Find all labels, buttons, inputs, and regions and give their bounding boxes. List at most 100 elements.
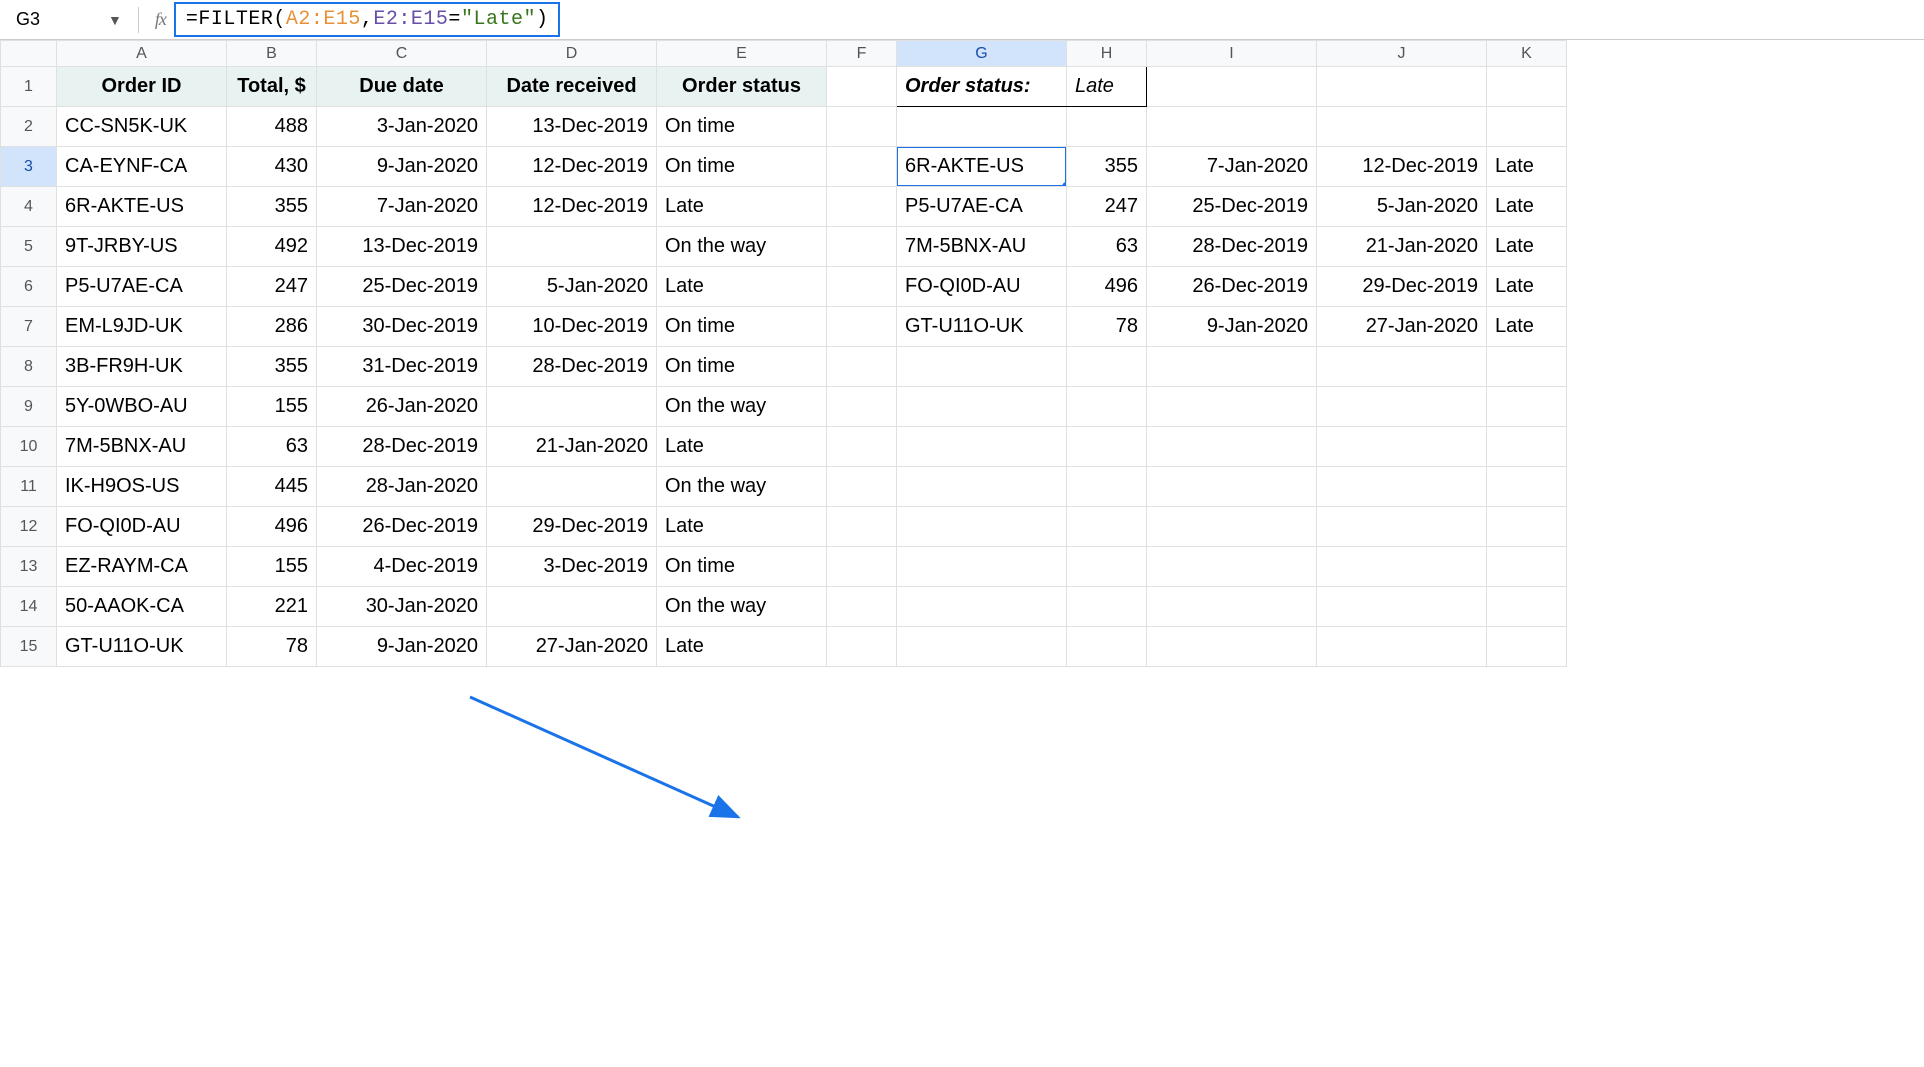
cell-I15[interactable] bbox=[1147, 627, 1317, 667]
cell-E9[interactable]: On the way bbox=[657, 387, 827, 427]
cell-A9[interactable]: 5Y-0WBO-AU bbox=[57, 387, 227, 427]
cell-H11[interactable] bbox=[1067, 467, 1147, 507]
cell-B4[interactable]: 355 bbox=[227, 187, 317, 227]
select-all-corner[interactable] bbox=[1, 41, 57, 67]
cell-G7[interactable]: GT-U11O-UK bbox=[897, 307, 1067, 347]
cell-F8[interactable] bbox=[827, 347, 897, 387]
cell-B11[interactable]: 445 bbox=[227, 467, 317, 507]
col-header-K[interactable]: K bbox=[1487, 41, 1567, 67]
cell-I2[interactable] bbox=[1147, 107, 1317, 147]
cell-C2[interactable]: 3-Jan-2020 bbox=[317, 107, 487, 147]
row-header-14[interactable]: 14 bbox=[1, 587, 57, 627]
cell-I7[interactable]: 9-Jan-2020 bbox=[1147, 307, 1317, 347]
cell-F2[interactable] bbox=[827, 107, 897, 147]
cell-E2[interactable]: On time bbox=[657, 107, 827, 147]
name-box[interactable] bbox=[10, 5, 100, 35]
cell-K12[interactable] bbox=[1487, 507, 1567, 547]
fill-handle[interactable] bbox=[1062, 182, 1067, 187]
cell-D4[interactable]: 12-Dec-2019 bbox=[487, 187, 657, 227]
cell-E13[interactable]: On time bbox=[657, 547, 827, 587]
row-header-7[interactable]: 7 bbox=[1, 307, 57, 347]
cell-F10[interactable] bbox=[827, 427, 897, 467]
cell-G4[interactable]: P5-U7AE-CA bbox=[897, 187, 1067, 227]
cell-D13[interactable]: 3-Dec-2019 bbox=[487, 547, 657, 587]
cell-D6[interactable]: 5-Jan-2020 bbox=[487, 267, 657, 307]
cell-D12[interactable]: 29-Dec-2019 bbox=[487, 507, 657, 547]
cell-G14[interactable] bbox=[897, 587, 1067, 627]
row-header-5[interactable]: 5 bbox=[1, 227, 57, 267]
cell-B14[interactable]: 221 bbox=[227, 587, 317, 627]
cell-J10[interactable] bbox=[1317, 427, 1487, 467]
cell-G9[interactable] bbox=[897, 387, 1067, 427]
cell-A4[interactable]: 6R-AKTE-US bbox=[57, 187, 227, 227]
row-header-6[interactable]: 6 bbox=[1, 267, 57, 307]
cell-G8[interactable] bbox=[897, 347, 1067, 387]
cell-G13[interactable] bbox=[897, 547, 1067, 587]
row-header-12[interactable]: 12 bbox=[1, 507, 57, 547]
cell-G15[interactable] bbox=[897, 627, 1067, 667]
cell-K2[interactable] bbox=[1487, 107, 1567, 147]
cell-H13[interactable] bbox=[1067, 547, 1147, 587]
cell-J5[interactable]: 21-Jan-2020 bbox=[1317, 227, 1487, 267]
cell-I10[interactable] bbox=[1147, 427, 1317, 467]
cell-I11[interactable] bbox=[1147, 467, 1317, 507]
cell-K6[interactable]: Late bbox=[1487, 267, 1567, 307]
cell-K15[interactable] bbox=[1487, 627, 1567, 667]
cell-J3[interactable]: 12-Dec-2019 bbox=[1317, 147, 1487, 187]
cell-F12[interactable] bbox=[827, 507, 897, 547]
row-header-10[interactable]: 10 bbox=[1, 427, 57, 467]
cell-F14[interactable] bbox=[827, 587, 897, 627]
cell-D7[interactable]: 10-Dec-2019 bbox=[487, 307, 657, 347]
cell-I6[interactable]: 26-Dec-2019 bbox=[1147, 267, 1317, 307]
cell-I4[interactable]: 25-Dec-2019 bbox=[1147, 187, 1317, 227]
cell-J14[interactable] bbox=[1317, 587, 1487, 627]
cell-B1[interactable]: Total, $ bbox=[227, 67, 317, 107]
cell-A7[interactable]: EM-L9JD-UK bbox=[57, 307, 227, 347]
cell-G3[interactable]: 6R-AKTE-US bbox=[897, 147, 1067, 187]
cell-A5[interactable]: 9T-JRBY-US bbox=[57, 227, 227, 267]
row-header-11[interactable]: 11 bbox=[1, 467, 57, 507]
cell-J11[interactable] bbox=[1317, 467, 1487, 507]
cell-C10[interactable]: 28-Dec-2019 bbox=[317, 427, 487, 467]
col-header-H[interactable]: H bbox=[1067, 41, 1147, 67]
cell-H9[interactable] bbox=[1067, 387, 1147, 427]
cell-B6[interactable]: 247 bbox=[227, 267, 317, 307]
col-header-E[interactable]: E bbox=[657, 41, 827, 67]
cell-G12[interactable] bbox=[897, 507, 1067, 547]
cell-F6[interactable] bbox=[827, 267, 897, 307]
cell-E3[interactable]: On time bbox=[657, 147, 827, 187]
cell-D15[interactable]: 27-Jan-2020 bbox=[487, 627, 657, 667]
cell-E11[interactable]: On the way bbox=[657, 467, 827, 507]
cell-H1[interactable]: Late bbox=[1067, 67, 1147, 107]
name-box-dropdown-icon[interactable]: ▼ bbox=[108, 12, 122, 28]
cell-K11[interactable] bbox=[1487, 467, 1567, 507]
cell-D11[interactable] bbox=[487, 467, 657, 507]
cell-B10[interactable]: 63 bbox=[227, 427, 317, 467]
cell-J1[interactable] bbox=[1317, 67, 1487, 107]
cell-C15[interactable]: 9-Jan-2020 bbox=[317, 627, 487, 667]
cell-C8[interactable]: 31-Dec-2019 bbox=[317, 347, 487, 387]
cell-C14[interactable]: 30-Jan-2020 bbox=[317, 587, 487, 627]
cell-B5[interactable]: 492 bbox=[227, 227, 317, 267]
cell-K13[interactable] bbox=[1487, 547, 1567, 587]
cell-K5[interactable]: Late bbox=[1487, 227, 1567, 267]
cell-I1[interactable] bbox=[1147, 67, 1317, 107]
cell-B9[interactable]: 155 bbox=[227, 387, 317, 427]
cell-J7[interactable]: 27-Jan-2020 bbox=[1317, 307, 1487, 347]
cell-A8[interactable]: 3B-FR9H-UK bbox=[57, 347, 227, 387]
cell-F11[interactable] bbox=[827, 467, 897, 507]
cell-A11[interactable]: IK-H9OS-US bbox=[57, 467, 227, 507]
cell-K1[interactable] bbox=[1487, 67, 1567, 107]
row-header-2[interactable]: 2 bbox=[1, 107, 57, 147]
cell-A1[interactable]: Order ID bbox=[57, 67, 227, 107]
cell-J6[interactable]: 29-Dec-2019 bbox=[1317, 267, 1487, 307]
cell-D3[interactable]: 12-Dec-2019 bbox=[487, 147, 657, 187]
cell-H5[interactable]: 63 bbox=[1067, 227, 1147, 267]
row-header-4[interactable]: 4 bbox=[1, 187, 57, 227]
cell-H10[interactable] bbox=[1067, 427, 1147, 467]
cell-C12[interactable]: 26-Dec-2019 bbox=[317, 507, 487, 547]
cell-J13[interactable] bbox=[1317, 547, 1487, 587]
cell-F7[interactable] bbox=[827, 307, 897, 347]
cell-D14[interactable] bbox=[487, 587, 657, 627]
cell-K7[interactable]: Late bbox=[1487, 307, 1567, 347]
